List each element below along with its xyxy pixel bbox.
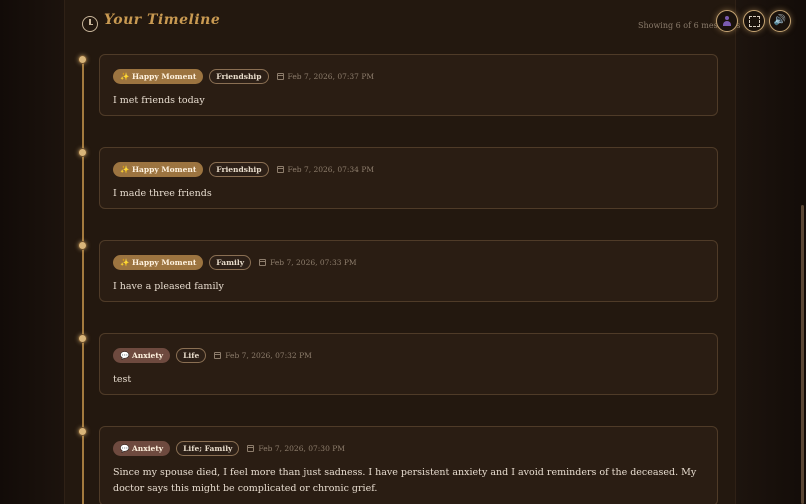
entry-badges: ✨ Happy Moment Friendship Feb 7, 2026, 07:…	[113, 68, 374, 84]
topic-badge: Friendship	[209, 68, 269, 84]
timeline-entry[interactable]: 💬 Anxiety Life Feb 7, 2026, 07:32 PM test	[99, 333, 718, 395]
entry-date: Feb 7, 2026, 07:32 PM	[214, 351, 312, 360]
topic-badge: Life	[176, 347, 207, 363]
entry-date: Feb 7, 2026, 07:30 PM	[247, 444, 345, 453]
speaker-icon: 🔊	[773, 15, 787, 26]
topic-badge: Friendship	[209, 161, 269, 177]
calendar-icon	[276, 165, 284, 173]
date-text: Feb 7, 2026, 07:30 PM	[258, 443, 345, 453]
entry-date: Feb 7, 2026, 07:33 PM	[259, 258, 357, 267]
timeline-entry[interactable]: 💬 Anxiety Life; Family Feb 7, 2026, 07:30 …	[99, 426, 718, 504]
avatar-icon	[723, 16, 731, 26]
sound-button[interactable]: 🔊	[769, 10, 791, 32]
page-title: Your Timeline	[104, 12, 221, 28]
date-text: Feb 7, 2026, 07:32 PM	[225, 350, 312, 360]
calendar-icon	[276, 72, 284, 80]
left-margin	[0, 0, 65, 504]
mood-badge: ✨ Happy Moment	[113, 68, 204, 84]
clock-icon	[82, 16, 98, 32]
entry-text: I have a pleased family	[113, 281, 224, 292]
timeline-dot	[78, 55, 87, 64]
mood-badge: ✨ Happy Moment	[113, 254, 204, 270]
timeline-line	[82, 58, 84, 504]
fullscreen-button[interactable]	[743, 10, 765, 32]
calendar-icon	[214, 351, 222, 359]
timeline-entry[interactable]: ✨ Happy Moment Friendship Feb 7, 2026, 07:…	[99, 147, 718, 209]
timeline-dot	[78, 241, 87, 250]
entry-badges: 💬 Anxiety Life Feb 7, 2026, 07:32 PM	[113, 347, 312, 363]
timeline-entry[interactable]: ✨ Happy Moment Family Feb 7, 2026, 07:33 P…	[99, 240, 718, 302]
entry-text: test	[113, 374, 132, 385]
entry-badges: ✨ Happy Moment Friendship Feb 7, 2026, 07:…	[113, 161, 374, 177]
avatar-button[interactable]	[716, 10, 738, 32]
mood-badge: 💬 Anxiety	[113, 347, 171, 363]
entry-text: I made three friends	[113, 188, 212, 199]
date-text: Feb 7, 2026, 07:33 PM	[270, 257, 357, 267]
right-margin	[735, 0, 806, 504]
timeline-dot	[78, 334, 87, 343]
entry-text: Since my spouse died, I feel more than j…	[113, 467, 697, 494]
mood-badge: 💬 Anxiety	[113, 440, 171, 456]
topic-badge: Family	[209, 254, 252, 270]
fullscreen-icon	[748, 15, 760, 27]
entry-badges: 💬 Anxiety Life; Family Feb 7, 2026, 07:30 …	[113, 440, 345, 456]
entry-text: I met friends today	[113, 95, 205, 106]
mood-badge: ✨ Happy Moment	[113, 161, 204, 177]
topic-badge: Life; Family	[176, 440, 240, 456]
timeline-dot	[78, 427, 87, 436]
entry-badges: ✨ Happy Moment Family Feb 7, 2026, 07:33 P…	[113, 254, 357, 270]
entry-date: Feb 7, 2026, 07:37 PM	[276, 71, 375, 81]
entry-date: Feb 7, 2026, 07:34 PM	[276, 164, 375, 174]
timeline-dot	[78, 148, 87, 157]
date-text: Feb 7, 2026, 07:34 PM	[287, 164, 375, 174]
date-text: Feb 7, 2026, 07:37 PM	[287, 71, 375, 81]
scrollbar[interactable]	[801, 205, 804, 504]
calendar-icon	[247, 444, 255, 452]
calendar-icon	[259, 258, 267, 266]
timeline-entry[interactable]: ✨ Happy Moment Friendship Feb 7, 2026, 07:…	[99, 54, 718, 116]
